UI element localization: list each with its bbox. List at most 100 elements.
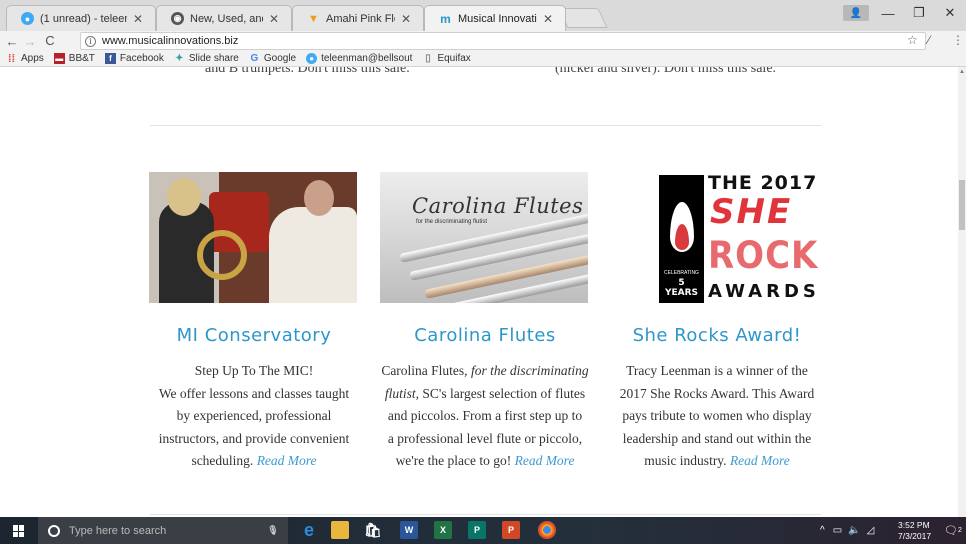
read-more-link[interactable]: Read More (515, 453, 575, 468)
card-line: Carolina Flutes, (381, 363, 471, 378)
bookmark-label: Google (263, 53, 297, 64)
chrome-icon[interactable] (538, 521, 556, 539)
card-description: Carolina Flutes, for the discriminating … (380, 360, 590, 473)
chevron-up-icon[interactable]: ^ (820, 525, 825, 536)
bookmark-label: Facebook (119, 53, 164, 64)
mail-icon: ● (21, 12, 34, 25)
scrollbar-thumb[interactable] (959, 180, 965, 230)
mi-icon: m (440, 11, 451, 26)
windows-start-icon[interactable] (13, 525, 25, 537)
store-icon[interactable]: 🛍 (364, 521, 382, 539)
back-icon[interactable]: ← (4, 33, 20, 49)
card-line: pays tribute to women who display (622, 408, 812, 423)
close-tab-icon[interactable]: ✕ (269, 12, 279, 26)
facebook-icon: f (104, 53, 116, 64)
taskbar-search[interactable]: Type here to search (38, 517, 288, 544)
card-line: Tracy Leenman is a winner of the (626, 363, 808, 378)
clock-time: 3:52 PM (898, 520, 930, 530)
card-line: a professional level flute or piccolo, (387, 430, 583, 446)
card-line: we're the place to go! (395, 453, 512, 468)
bookmark-label: BB&T (68, 53, 95, 64)
card-title[interactable]: She Rocks Award! (612, 325, 822, 346)
microphone-icon[interactable]: 🎙 (264, 521, 282, 539)
info-icon[interactable]: i (85, 35, 96, 47)
menu-icon[interactable]: ⋮ (952, 33, 964, 47)
she-rocks-logo[interactable]: CELEBRATING 5 YEARS THE 2017 SHE ROCKS A… (612, 172, 820, 303)
restore-icon[interactable]: ❐ (903, 0, 935, 26)
card-line: 2017 She Rocks Award. This Award (619, 385, 815, 401)
read-more-link[interactable]: Read More (257, 453, 317, 468)
card-line: scheduling. (191, 453, 254, 468)
years-text: 5 YEARS (664, 278, 699, 298)
notification-count: 2 (957, 527, 962, 534)
tab-strip: ● (1 unread) - teleenman@ ✕ ◉ New, Used,… (0, 0, 966, 31)
close-tab-icon[interactable]: ✕ (401, 12, 411, 26)
section-divider (150, 125, 821, 126)
scroll-up-icon[interactable]: ▲ (958, 69, 966, 77)
mail-icon: ● (306, 53, 318, 64)
flutes-photo[interactable]: Carolina Flutes for the discriminating f… (380, 172, 588, 303)
bookmark-mail[interactable]: ● teleenman@bellsout (306, 53, 412, 64)
bookmark-bbt[interactable]: ▬ BB&T (53, 53, 95, 64)
card-description: Step Up To The MIC! We offer lessons and… (149, 360, 359, 473)
card-title[interactable]: Carolina Flutes (380, 325, 590, 346)
star-icon[interactable]: ☆ (907, 33, 918, 47)
close-window-icon[interactable]: ✕ (934, 0, 966, 26)
minimize-icon[interactable]: — (872, 0, 904, 26)
forward-icon[interactable]: → (22, 33, 38, 49)
notification-icon[interactable]: 🗨 2 (944, 517, 962, 544)
wifi-icon[interactable]: ◿ (867, 525, 875, 536)
word-icon[interactable]: W (400, 521, 418, 539)
file-explorer-icon[interactable] (331, 521, 349, 539)
card-line: We offer lessons and classes taught (158, 385, 350, 401)
bookmark-slideshare[interactable]: ✦ Slide share (174, 53, 239, 64)
system-tray: ^ ▭ 🔈 ◿ (820, 517, 874, 544)
bookmark-facebook[interactable]: f Facebook (104, 53, 164, 64)
card-mi-conservatory: MI Conservatory Step Up To The MIC! We o… (149, 172, 359, 473)
bookmark-google[interactable]: G Google (249, 53, 296, 64)
card-line: and piccolos. From a first step up to (387, 408, 583, 423)
conservatory-photo[interactable] (149, 172, 357, 303)
powerpoint-icon[interactable]: P (502, 521, 520, 539)
card-line: instructors, and provide convenient (158, 430, 350, 446)
battery-icon[interactable]: ▭ (833, 525, 842, 536)
close-tab-icon[interactable]: ✕ (133, 12, 143, 26)
flutes-tagline: for the discriminating flutist (416, 219, 488, 225)
volume-icon[interactable]: 🔈 (848, 525, 860, 536)
url-text: www.musicalinnovations.biz (102, 35, 239, 47)
tab-mail[interactable]: ● (1 unread) - teleenman@ ✕ (6, 5, 156, 31)
tab-reverb[interactable]: ◉ New, Used, and Vintage ✕ (156, 5, 292, 31)
card-line-italic: flutist, (384, 385, 420, 401)
read-more-link[interactable]: Read More (730, 453, 790, 468)
publisher-icon[interactable]: P (468, 521, 486, 539)
logo-line-4: AWARDS (708, 281, 820, 302)
google-icon: G (250, 53, 259, 64)
bookmarks-bar: ⁞⁞ Apps ▬ BB&T f Facebook ✦ Slide share … (0, 51, 966, 67)
address-bar[interactable]: i www.musicalinnovations.biz (80, 32, 926, 50)
extension-icon[interactable]: ⁄ (928, 33, 930, 47)
bookmark-equifax[interactable]: ▯ Equifax (422, 53, 471, 64)
close-tab-icon[interactable]: ✕ (543, 12, 553, 26)
excel-icon[interactable]: X (434, 521, 452, 539)
card-carolina-flutes: Carolina Flutes for the discriminating f… (380, 172, 590, 473)
tab-amahi[interactable]: ▼ Amahi Pink Flower Sopra ✕ (292, 5, 424, 31)
edge-icon[interactable]: e (300, 520, 318, 540)
bookmark-apps[interactable]: ⁞⁞ Apps (6, 53, 44, 65)
card-line: SC's largest selection of flutes (419, 385, 586, 401)
reverb-icon: ◉ (171, 12, 184, 25)
page-scrollbar[interactable]: ▲ (958, 67, 966, 517)
card-title[interactable]: MI Conservatory (149, 325, 359, 346)
profile-icon[interactable]: 👤 (843, 5, 869, 21)
card-line: leadership and stand out within the (622, 430, 812, 446)
card-description: Tracy Leenman is a winner of the 2017 Sh… (612, 360, 822, 473)
tab-musical-innovations[interactable]: m Musical Innovations ✕ (424, 5, 566, 31)
cut-off-text-right: (nickel and silver). Don't miss this sal… (555, 67, 777, 75)
search-placeholder: Type here to search (69, 524, 167, 537)
system-clock[interactable]: 3:52 PM 7/3/2017 (898, 520, 931, 542)
reload-icon[interactable]: C (42, 32, 58, 48)
bookmark-label: Equifax (437, 53, 471, 64)
page-icon: ▯ (425, 53, 431, 64)
card-line: by experienced, professional (176, 408, 332, 423)
tab-title: Musical Innovations (458, 12, 537, 25)
tab-title: (1 unread) - teleenman@ (40, 12, 127, 25)
